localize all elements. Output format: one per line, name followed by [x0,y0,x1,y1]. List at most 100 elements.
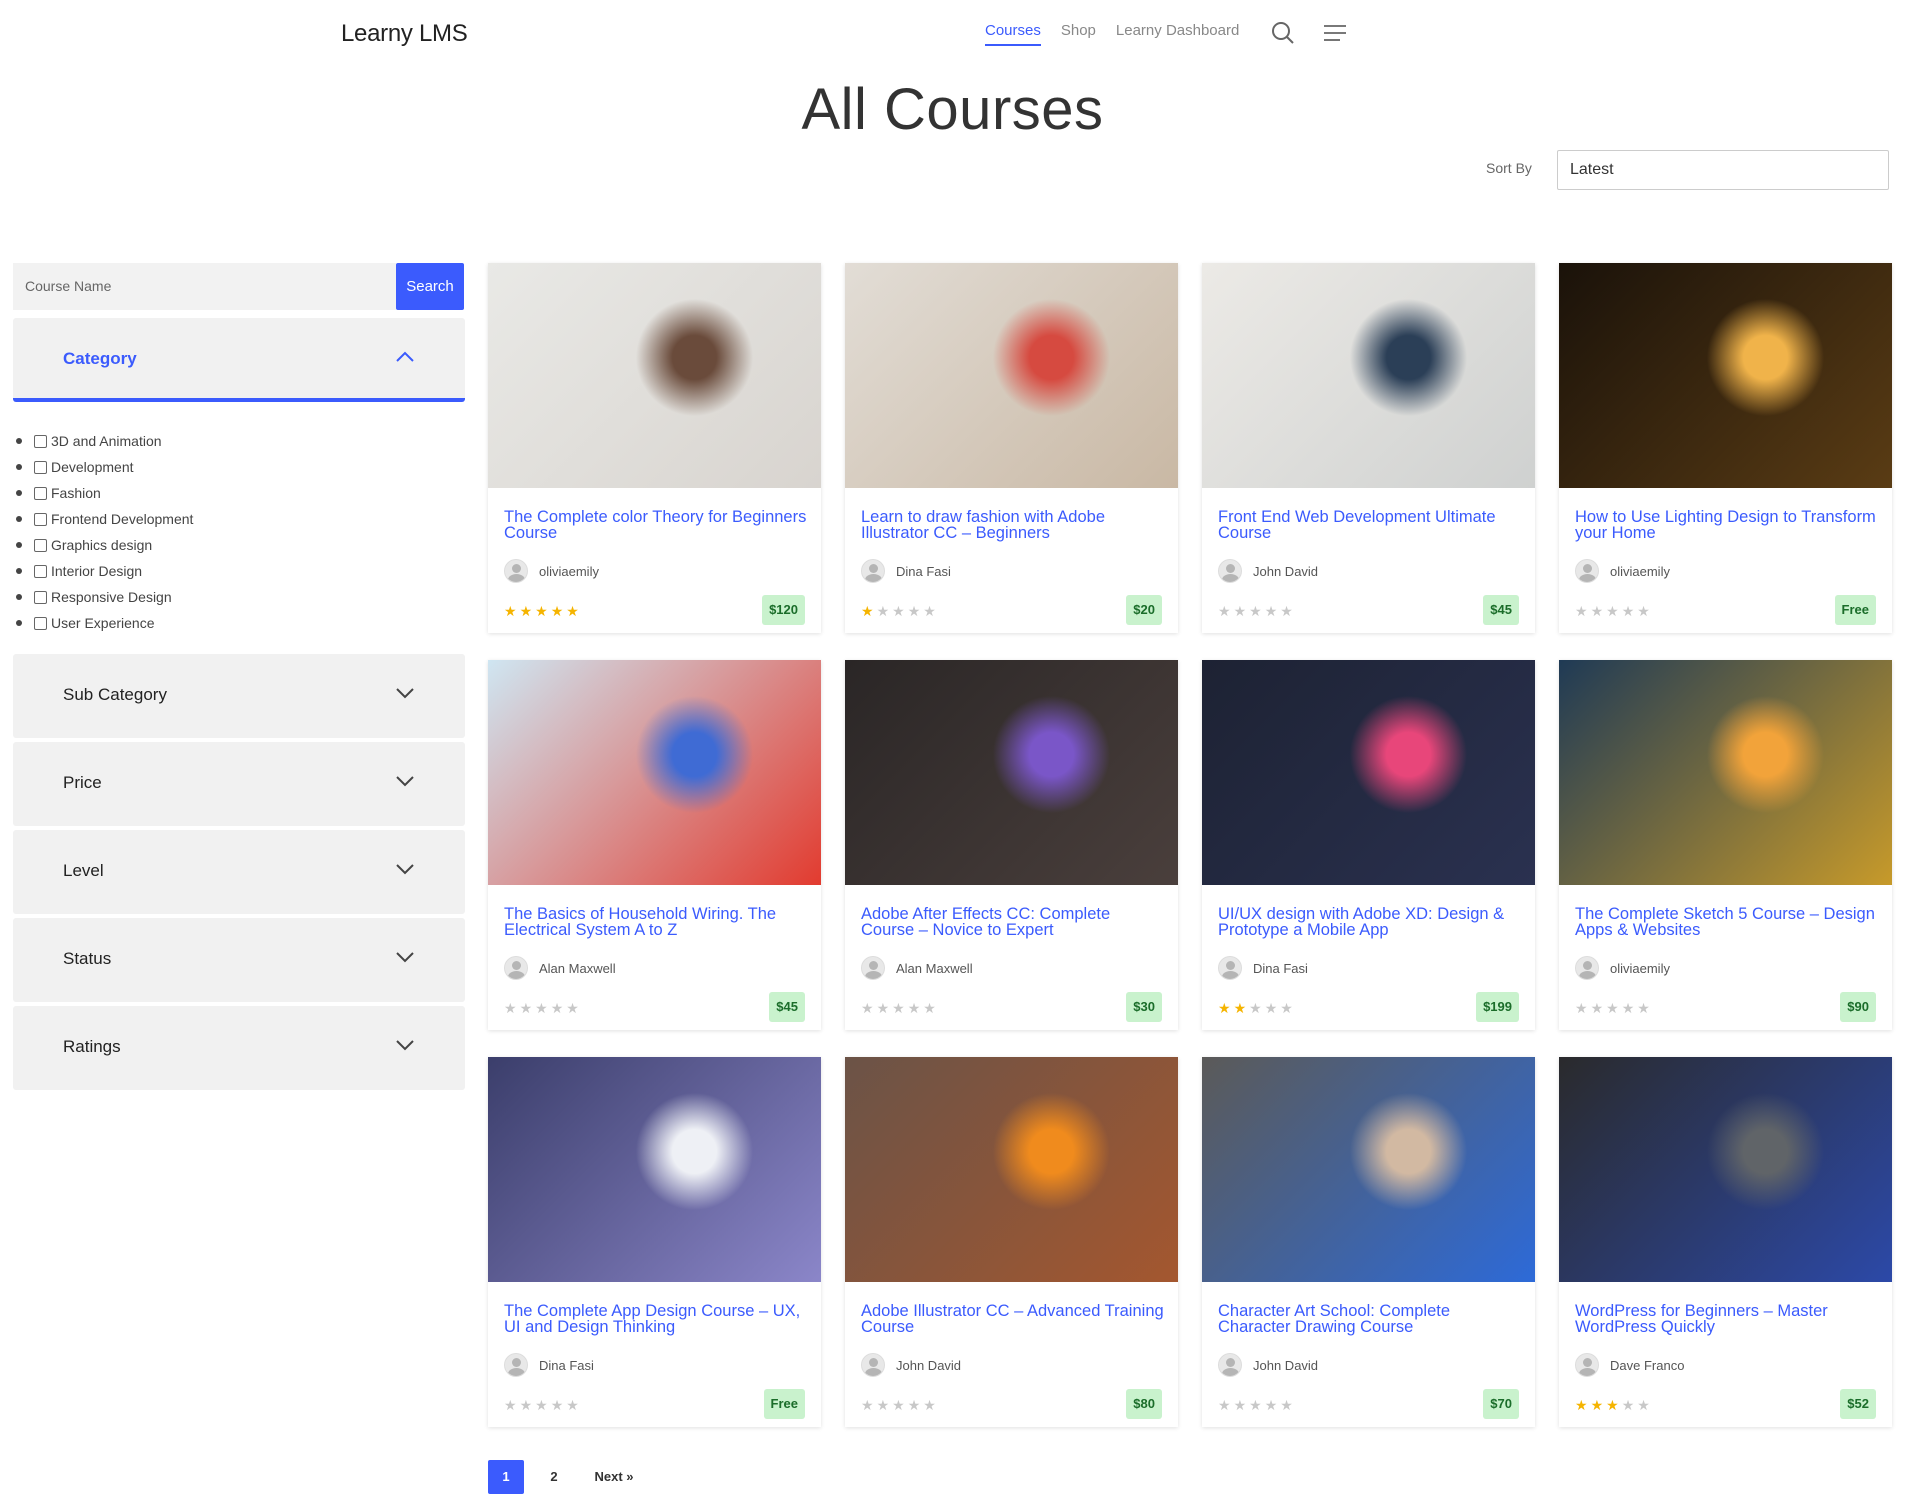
course-author[interactable]: John David [861,1353,961,1377]
course-author[interactable]: Dina Fasi [1218,956,1308,980]
course-thumbnail[interactable] [1202,660,1535,885]
filter-category[interactable]: Category [13,318,465,402]
course-title[interactable]: The Complete color Theory for Beginners … [504,509,809,542]
category-checkbox[interactable] [34,590,47,604]
search-icon[interactable] [1270,20,1296,46]
nav-shop[interactable]: Shop [1061,22,1096,46]
star-icon: ★ [566,1397,582,1413]
course-card[interactable]: Adobe After Effects CC: Complete Course … [845,660,1178,1030]
course-card[interactable]: The Basics of Household Wiring. The Elec… [488,660,821,1030]
course-author[interactable]: John David [1218,1353,1318,1377]
course-author[interactable]: Alan Maxwell [861,956,973,980]
star-icon: ★ [861,603,877,619]
course-card[interactable]: The Complete App Design Course – UX, UI … [488,1057,821,1427]
star-icon: ★ [535,1397,551,1413]
filter-ratings[interactable]: Ratings [13,1006,465,1090]
next-page-link[interactable]: Next » [584,1460,644,1494]
course-card[interactable]: The Complete Sketch 5 Course – Design Ap… [1559,660,1892,1030]
course-thumbnail[interactable] [488,1057,821,1282]
course-title[interactable]: Character Art School: Complete Character… [1218,1303,1523,1336]
author-name: John David [1253,563,1319,579]
course-author[interactable]: Dina Fasi [861,559,951,583]
course-thumbnail[interactable] [488,263,821,488]
category-item[interactable]: Fashion [13,480,193,506]
course-author[interactable]: oliviaemily [504,559,599,583]
filter-status[interactable]: Status [13,918,465,1002]
course-title[interactable]: The Complete App Design Course – UX, UI … [504,1303,809,1336]
site-logo[interactable]: Learny LMS [341,20,468,48]
course-title[interactable]: Adobe After Effects CC: Complete Course … [861,906,1166,939]
rating-stars: ★★★★★ [1575,603,1653,620]
author-name: John David [896,1357,962,1373]
page-1-link[interactable]: 1 [488,1460,524,1494]
nav-courses[interactable]: Courses [985,22,1041,46]
course-title[interactable]: Adobe Illustrator CC – Advanced Training… [861,1303,1166,1336]
course-card[interactable]: Front End Web Development Ultimate Cours… [1202,263,1535,633]
course-card[interactable]: The Complete color Theory for Beginners … [488,263,821,633]
course-thumbnail[interactable] [1559,660,1892,885]
course-thumbnail[interactable] [1559,1057,1892,1282]
course-author[interactable]: oliviaemily [1575,956,1670,980]
star-icon: ★ [504,1397,520,1413]
sort-select[interactable]: Latest [1557,150,1889,190]
course-thumbnail[interactable] [845,263,1178,488]
category-item[interactable]: Frontend Development [13,506,193,532]
menu-icon[interactable] [1322,20,1348,46]
category-checkbox[interactable] [34,460,47,474]
course-thumbnail[interactable] [845,660,1178,885]
course-author[interactable]: Dave Franco [1575,1353,1684,1377]
category-checkbox[interactable] [34,512,47,526]
category-checkbox[interactable] [34,538,47,552]
avatar-icon [1218,956,1242,980]
category-label: Fashion [51,485,101,501]
course-author[interactable]: Dina Fasi [504,1353,594,1377]
course-card[interactable]: WordPress for Beginners – Master WordPre… [1559,1057,1892,1427]
course-thumbnail[interactable] [1202,1057,1535,1282]
star-icon: ★ [519,1397,536,1413]
star-icon: ★ [892,603,908,619]
category-item[interactable]: Responsive Design [13,584,193,610]
category-item[interactable]: User Experience [13,610,193,636]
category-item[interactable]: Interior Design [13,558,193,584]
course-title[interactable]: WordPress for Beginners – Master WordPre… [1575,1303,1880,1336]
filter-ratings-label: Ratings [63,1037,121,1056]
course-thumbnail[interactable] [1559,263,1892,488]
course-card[interactable]: Learn to draw fashion with Adobe Illustr… [845,263,1178,633]
course-title[interactable]: The Basics of Household Wiring. The Elec… [504,906,809,939]
filter-price[interactable]: Price [13,742,465,826]
course-title[interactable]: Learn to draw fashion with Adobe Illustr… [861,509,1166,542]
filter-level[interactable]: Level [13,830,465,914]
category-item[interactable]: Graphics design [13,532,193,558]
nav-dashboard[interactable]: Learny Dashboard [1116,22,1239,46]
star-icon: ★ [535,603,551,619]
course-title[interactable]: Front End Web Development Ultimate Cours… [1218,509,1523,542]
course-title[interactable]: UI/UX design with Adobe XD: Design & Pro… [1218,906,1523,939]
course-author[interactable]: Alan Maxwell [504,956,616,980]
page-2-link[interactable]: 2 [536,1460,572,1494]
course-card[interactable]: Character Art School: Complete Character… [1202,1057,1535,1427]
course-title[interactable]: How to Use Lighting Design to Transform … [1575,509,1880,542]
course-author[interactable]: John David [1218,559,1318,583]
category-checkbox[interactable] [34,616,47,630]
category-checkbox[interactable] [34,434,47,448]
course-thumbnail[interactable] [845,1057,1178,1282]
star-icon: ★ [1264,1397,1281,1413]
course-card[interactable]: Adobe Illustrator CC – Advanced Training… [845,1057,1178,1427]
course-card[interactable]: How to Use Lighting Design to Transform … [1559,263,1892,633]
course-title[interactable]: The Complete Sketch 5 Course – Design Ap… [1575,906,1880,939]
course-thumbnail[interactable] [1202,263,1535,488]
category-checkbox[interactable] [34,486,47,500]
course-card[interactable]: UI/UX design with Adobe XD: Design & Pro… [1202,660,1535,1030]
course-author[interactable]: oliviaemily [1575,559,1670,583]
search-button[interactable]: Search [396,263,464,310]
star-icon: ★ [1575,1000,1591,1016]
category-item[interactable]: 3D and Animation [13,428,193,454]
star-icon: ★ [1621,1000,1638,1016]
course-search-input[interactable]: Course Name [13,263,396,310]
category-item[interactable]: Development [13,454,193,480]
avatar-icon [504,559,528,583]
filter-level-label: Level [63,861,104,880]
filter-sub-category[interactable]: Sub Category [13,654,465,738]
category-checkbox[interactable] [34,564,47,578]
course-thumbnail[interactable] [488,660,821,885]
